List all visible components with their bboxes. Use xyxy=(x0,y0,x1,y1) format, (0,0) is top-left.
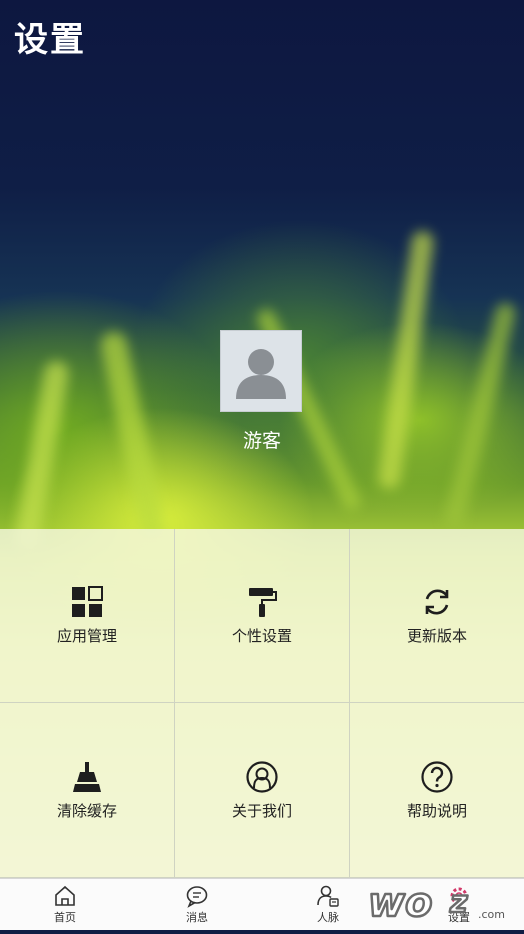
watermark-logo-icon: wo z .com xyxy=(367,879,505,928)
contacts-icon xyxy=(317,885,339,907)
grid-item-update-version[interactable]: 更新版本 xyxy=(350,529,524,703)
avatar[interactable] xyxy=(220,330,302,412)
watermark-text: .com xyxy=(478,908,505,921)
message-icon xyxy=(186,886,208,908)
tab-label: 人脉 xyxy=(317,911,339,924)
tab-contacts[interactable]: 人脉 xyxy=(298,884,358,925)
broom-icon xyxy=(73,761,101,792)
svg-text:wo: wo xyxy=(368,880,432,926)
apps-grid-icon xyxy=(72,586,103,617)
help-icon xyxy=(421,760,453,793)
refresh-icon xyxy=(425,589,449,615)
grid-item-personalization[interactable]: 个性设置 xyxy=(175,529,350,703)
grid-item-label: 帮助说明 xyxy=(406,801,467,820)
tab-label: 消息 xyxy=(186,911,208,924)
grid-item-label: 个性设置 xyxy=(231,627,292,645)
grid-item-label: 应用管理 xyxy=(56,627,117,645)
tab-messages[interactable]: 消息 xyxy=(167,884,227,925)
watermark-logo: wo z .com xyxy=(366,872,524,930)
grid-item-help[interactable]: 帮助说明 xyxy=(350,703,524,878)
tab-home[interactable]: 首页 xyxy=(35,884,95,925)
grid-item-clear-cache[interactable]: 清除缓存 xyxy=(0,703,175,878)
grid-item-label: 关于我们 xyxy=(231,801,292,820)
grid-item-app-management[interactable]: 应用管理 xyxy=(0,529,175,703)
grid-item-label: 更新版本 xyxy=(406,627,467,645)
paint-roller-icon xyxy=(249,588,277,617)
svg-text:z: z xyxy=(449,885,468,920)
about-us-icon xyxy=(246,760,278,793)
grid-item-about-us[interactable]: 关于我们 xyxy=(175,703,350,878)
page-title: 设置 xyxy=(14,20,86,60)
tab-label: 首页 xyxy=(54,911,76,924)
home-icon xyxy=(55,885,75,906)
grid-item-label: 清除缓存 xyxy=(56,801,117,820)
user-avatar-icon xyxy=(236,349,286,399)
settings-grid: 应用管理 个性设置 更新版本 清除缓存 关于我们 帮助说明 xyxy=(0,529,524,878)
user-name[interactable]: 游客 xyxy=(0,426,524,453)
